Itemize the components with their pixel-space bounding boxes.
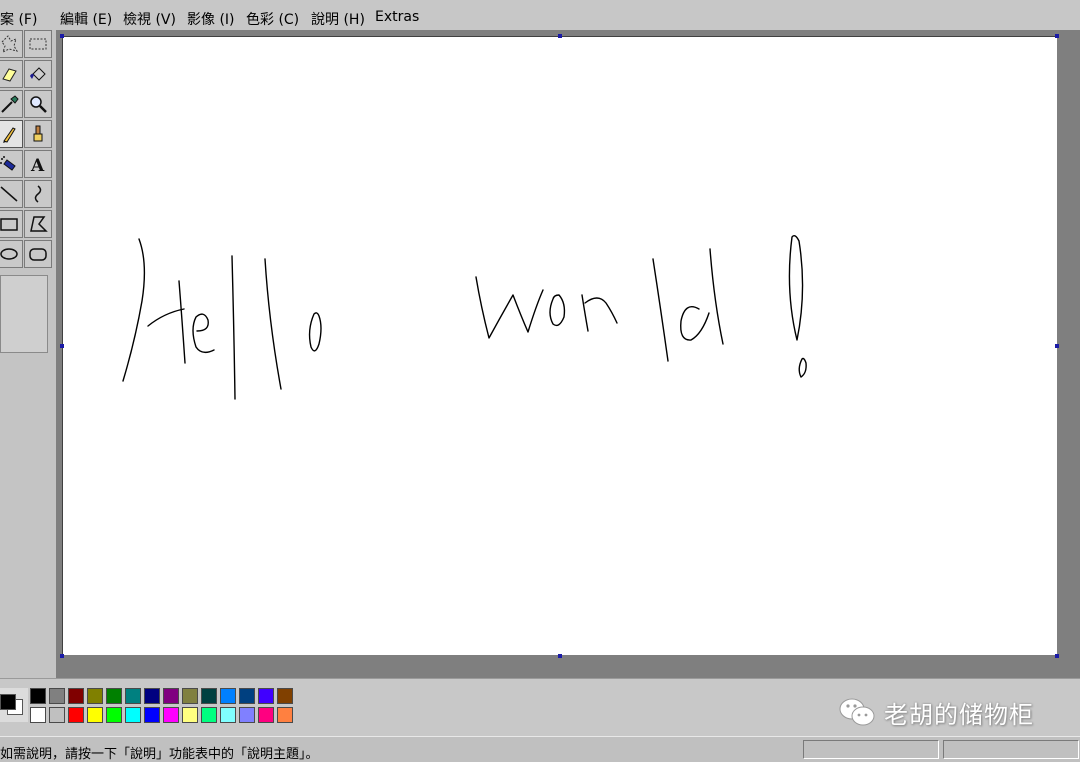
palette-swatch[interactable]: [182, 688, 198, 704]
color-picker-icon: [1, 95, 19, 113]
palette-swatch[interactable]: [144, 707, 160, 723]
magnifier-icon: [30, 96, 47, 113]
palette-swatch[interactable]: [106, 707, 122, 723]
resize-handle[interactable]: [1055, 34, 1059, 38]
watermark: 老胡的储物柜: [838, 696, 1034, 729]
menu-image[interactable]: 影像 (I): [187, 9, 235, 29]
tool-rectangle[interactable]: [0, 210, 23, 238]
status-help-text: 如需說明，請按一下「說明」功能表中的「說明主題」。: [0, 747, 319, 762]
palette-swatch[interactable]: [201, 707, 217, 723]
menu-bar: 檔案 (F) 編輯 (E) 檢視 (V) 影像 (I) 色彩 (C) 說明 (H…: [0, 0, 1080, 31]
foreground-color-box[interactable]: [0, 694, 16, 710]
curve-icon: [34, 185, 42, 203]
palette-swatch[interactable]: [220, 707, 236, 723]
tool-polygon[interactable]: [24, 210, 52, 238]
tool-brush[interactable]: [24, 120, 52, 148]
palette-swatch[interactable]: [87, 688, 103, 704]
rectangle-icon: [0, 218, 18, 231]
palette-swatch[interactable]: [258, 688, 274, 704]
status-bar: 如需說明，請按一下「說明」功能表中的「說明主題」。: [0, 736, 1080, 762]
wechat-icon: [839, 698, 875, 726]
text-icon: A: [30, 156, 45, 174]
palette-swatch[interactable]: [239, 707, 255, 723]
menu-extras[interactable]: Extras: [375, 9, 419, 25]
menu-edit[interactable]: 編輯 (E): [60, 9, 112, 29]
palette-swatch[interactable]: [125, 688, 141, 704]
drawing-canvas[interactable]: [62, 36, 1057, 655]
svg-text:A: A: [30, 156, 45, 174]
rounded-rectangle-icon: [29, 248, 47, 261]
palette-swatch[interactable]: [87, 707, 103, 723]
line-icon: [0, 186, 18, 202]
resize-handle[interactable]: [60, 654, 64, 658]
palette-swatch[interactable]: [106, 688, 122, 704]
palette-swatch[interactable]: [68, 688, 84, 704]
eraser-icon: [2, 68, 17, 82]
menu-file[interactable]: 檔案 (F): [0, 9, 37, 29]
palette-swatch[interactable]: [239, 688, 255, 704]
tool-options-box[interactable]: [0, 275, 48, 353]
menu-colors[interactable]: 色彩 (C): [246, 9, 299, 29]
palette-swatch[interactable]: [258, 707, 274, 723]
tool-line[interactable]: [0, 180, 23, 208]
watermark-text: 老胡的储物柜: [884, 700, 1034, 729]
palette-swatch[interactable]: [163, 707, 179, 723]
current-colors-indicator: [0, 688, 28, 722]
tool-rounded-rectangle[interactable]: [24, 240, 52, 268]
palette-swatch[interactable]: [49, 688, 65, 704]
palette-swatch[interactable]: [68, 707, 84, 723]
status-panel-coords: [803, 740, 939, 759]
tool-eraser[interactable]: [0, 60, 23, 88]
tool-text[interactable]: A: [24, 150, 52, 178]
rect-select-icon: [29, 38, 47, 50]
resize-handle[interactable]: [1055, 344, 1059, 348]
palette-swatch[interactable]: [220, 688, 236, 704]
tool-airbrush[interactable]: [0, 150, 23, 178]
handwritten-hello-world: [122, 234, 807, 400]
pencil-icon: [3, 127, 16, 143]
tool-ellipse[interactable]: [0, 240, 23, 268]
tool-rect-select[interactable]: [24, 30, 52, 58]
brush-icon: [33, 125, 43, 142]
tool-color-picker[interactable]: [0, 90, 23, 118]
palette-swatch[interactable]: [30, 707, 46, 723]
airbrush-icon: [0, 156, 16, 171]
tool-curve[interactable]: [24, 180, 52, 208]
palette-swatch[interactable]: [125, 707, 141, 723]
ellipse-icon: [0, 248, 18, 260]
palette-swatch[interactable]: [163, 688, 179, 704]
resize-handle[interactable]: [558, 654, 562, 658]
tool-magnifier[interactable]: [24, 90, 52, 118]
toolbox: A: [0, 30, 56, 678]
free-form-select-icon: [1, 35, 19, 53]
palette-swatch[interactable]: [49, 707, 65, 723]
resize-handle[interactable]: [1055, 654, 1059, 658]
menu-view[interactable]: 檢視 (V): [123, 9, 176, 29]
tool-free-form-select[interactable]: [0, 30, 23, 58]
fill-bucket-icon: [30, 67, 46, 81]
status-panel-size: [943, 740, 1079, 759]
palette-swatch[interactable]: [182, 707, 198, 723]
resize-handle[interactable]: [60, 344, 64, 348]
resize-handle[interactable]: [60, 34, 64, 38]
tool-pencil[interactable]: [0, 120, 23, 148]
palette-swatch[interactable]: [144, 688, 160, 704]
palette-swatch[interactable]: [201, 688, 217, 704]
palette-swatch[interactable]: [277, 688, 293, 704]
resize-handle[interactable]: [558, 34, 562, 38]
tool-fill[interactable]: [24, 60, 52, 88]
polygon-icon: [30, 216, 48, 232]
menu-help[interactable]: 說明 (H): [311, 9, 365, 29]
palette-swatch[interactable]: [30, 688, 46, 704]
palette-swatch[interactable]: [277, 707, 293, 723]
